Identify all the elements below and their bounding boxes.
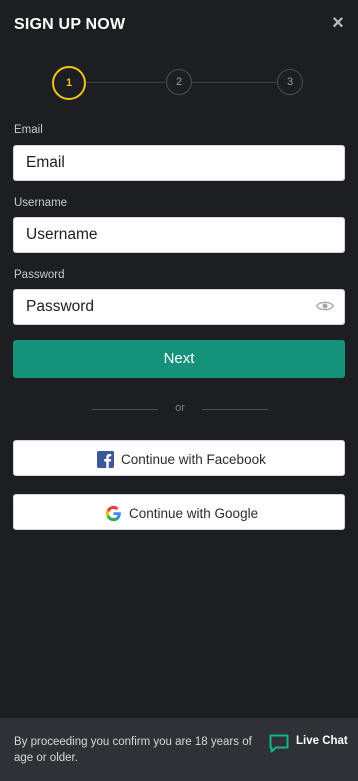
- close-icon[interactable]: ×: [330, 13, 346, 33]
- email-field[interactable]: [13, 145, 345, 181]
- age-notice: By proceeding you confirm you are 18 yea…: [14, 736, 252, 764]
- facebook-icon: [97, 450, 114, 468]
- modal-title: SIGN UP NOW: [14, 16, 126, 33]
- google-signup-button[interactable]: Continue with Google: [13, 494, 345, 530]
- email-label: Email: [14, 124, 43, 136]
- modal-header: SIGN UP NOW ×: [0, 0, 358, 52]
- next-button[interactable]: Next: [13, 340, 345, 378]
- step-connector: [86, 82, 166, 83]
- step-connector: [192, 82, 277, 83]
- live-chat-link[interactable]: Live Chat: [296, 735, 348, 747]
- password-label: Password: [14, 269, 65, 281]
- step-3-indicator: 3: [277, 69, 303, 95]
- or-text: or: [175, 402, 185, 414]
- facebook-button-label: Continue with Facebook: [121, 451, 266, 467]
- password-field[interactable]: [13, 289, 345, 325]
- facebook-signup-button[interactable]: Continue with Facebook: [13, 440, 345, 476]
- google-button-label: Continue with Google: [129, 505, 259, 521]
- google-icon: [105, 505, 121, 521]
- step-1-indicator: 1: [52, 66, 86, 100]
- step-progress: 1 2 3: [52, 66, 304, 100]
- or-divider: or: [92, 402, 268, 416]
- username-field[interactable]: [13, 217, 345, 253]
- eye-icon[interactable]: [316, 299, 334, 313]
- step-2-indicator: 2: [166, 69, 192, 95]
- footer-bar: By proceeding you confirm you are 18 yea…: [0, 718, 358, 781]
- username-label: Username: [14, 197, 68, 209]
- chat-bubble-icon[interactable]: [268, 732, 290, 754]
